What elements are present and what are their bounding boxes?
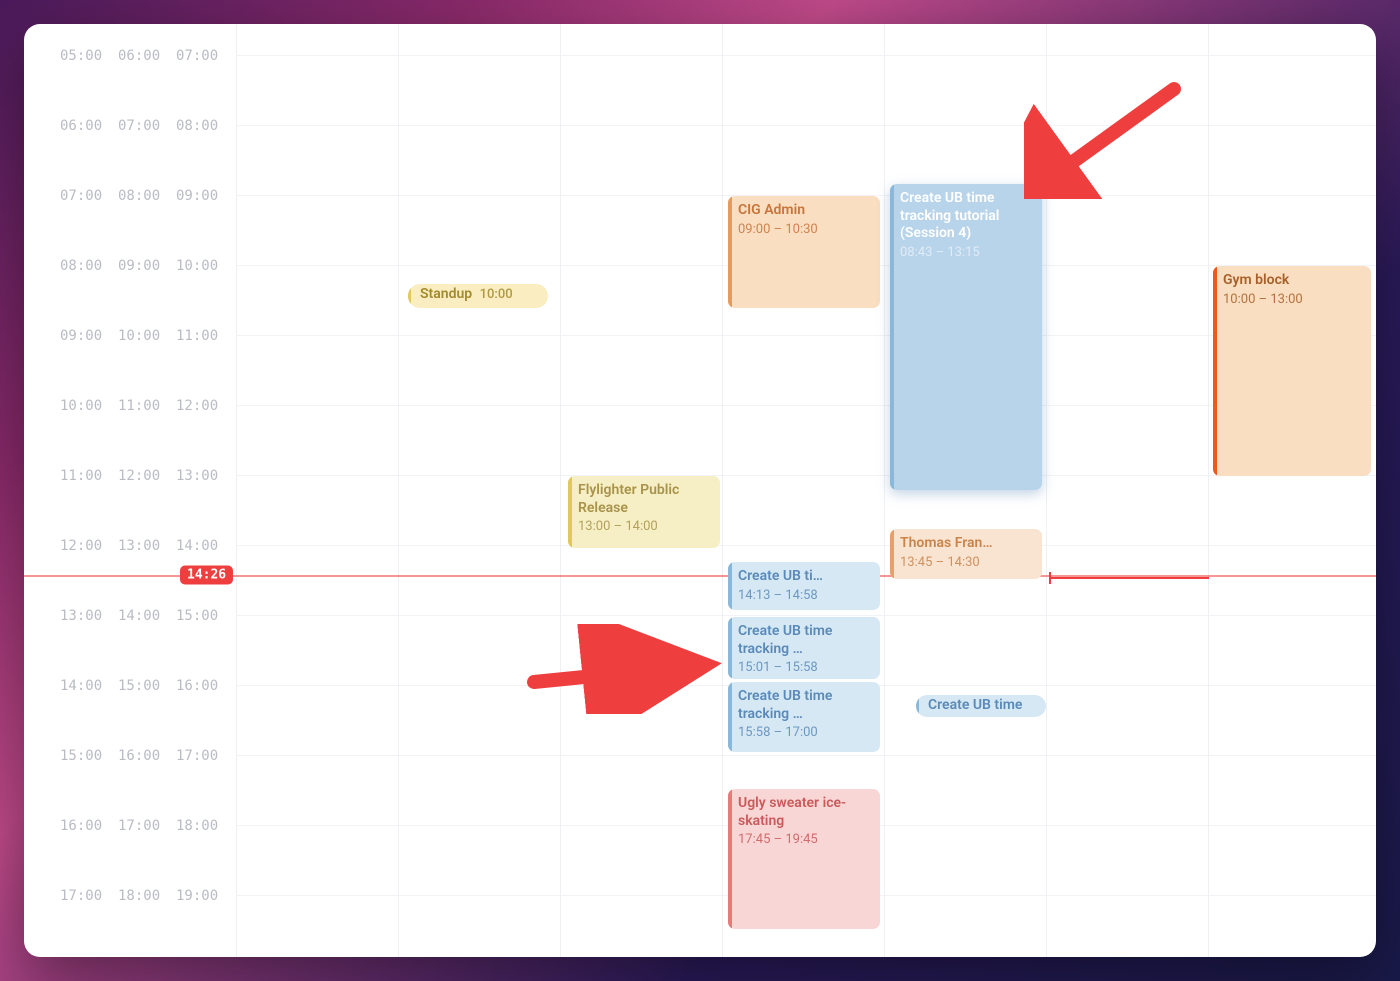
grid-day-line (1208, 24, 1209, 957)
event-title: Thomas Fran… (900, 535, 1034, 553)
time-row: 06:0007:0008:00 (24, 118, 236, 134)
event-time: 10:00 (480, 287, 513, 302)
event-time: 08:43 – 13:15 (900, 245, 1034, 261)
event-title: Standup (420, 286, 472, 302)
time-row: 07:0008:0009:00 (24, 188, 236, 204)
event-title: Create UB time tracking … (738, 623, 872, 658)
event-flylighter[interactable]: Flylighter Public Release 13:00 – 14:00 (568, 476, 720, 548)
event-time: 15:01 – 15:58 (738, 660, 872, 676)
event-title: Create UB ti… (738, 568, 872, 586)
event-time: 15:58 – 17:00 (738, 725, 872, 741)
time-row: 12:0013:0014:00 (24, 538, 236, 554)
time-row: 08:0009:0010:00 (24, 258, 236, 274)
event-ub1[interactable]: Create UB ti… 14:13 – 14:58 (728, 562, 880, 610)
time-row: 10:0011:0012:00 (24, 398, 236, 414)
event-title: Create UB time (928, 697, 1036, 715)
event-gym-block[interactable]: Gym block 10:00 – 13:00 (1213, 266, 1371, 476)
event-time: 17:45 – 19:45 (738, 832, 872, 848)
time-row: 15:0016:0017:00 (24, 748, 236, 764)
event-ub-big-session4[interactable]: Create UB time tracking tutorial (Sessio… (890, 184, 1042, 490)
time-gutter: 05:0006:0007:00 06:0007:0008:00 07:0008:… (24, 24, 236, 957)
grid-day-line (722, 24, 723, 957)
calendar-grid[interactable]: 05:0006:0007:00 06:0007:0008:00 07:0008:… (24, 24, 1376, 957)
time-row: 13:0014:0015:00 (24, 608, 236, 624)
calendar-window: 05:0006:0007:00 06:0007:0008:00 07:0008:… (24, 24, 1376, 957)
time-row: 16:0017:0018:00 (24, 818, 236, 834)
event-title: Ugly sweater ice-skating (738, 795, 872, 830)
event-title: Flylighter Public Release (578, 482, 712, 517)
time-row: 14:0015:0016:00 (24, 678, 236, 694)
event-time: 09:00 – 10:30 (738, 222, 872, 238)
event-cig-admin[interactable]: CIG Admin 09:00 – 10:30 (728, 196, 880, 308)
time-row: 17:0018:0019:00 (24, 888, 236, 904)
time-row: 09:0010:0011:00 (24, 328, 236, 344)
event-title: Create UB time tracking tutorial (Sessio… (900, 190, 1034, 243)
event-thomas-frank[interactable]: Thomas Fran… 13:45 – 14:30 (890, 529, 1042, 579)
grid-day-line (398, 24, 399, 957)
now-time-badge: 14:26 (180, 566, 233, 585)
annotation-arrow-1 (1024, 79, 1184, 199)
annotation-arrow-2 (524, 624, 724, 714)
event-ub3[interactable]: Create UB time tracking … 15:58 – 17:00 (728, 682, 880, 752)
event-title: CIG Admin (738, 202, 872, 220)
event-ugly-sweater[interactable]: Ugly sweater ice-skating 17:45 – 19:45 (728, 789, 880, 929)
event-time: 13:00 – 14:00 (578, 519, 712, 535)
event-standup[interactable]: Standup 10:00 (408, 284, 548, 308)
event-time: 14:13 – 14:58 (738, 588, 872, 604)
grid-day-line (560, 24, 561, 957)
time-row: 11:0012:0013:00 (24, 468, 236, 484)
event-title: Gym block (1223, 272, 1363, 290)
event-ub2[interactable]: Create UB time tracking … 15:01 – 15:58 (728, 617, 880, 679)
event-time: 13:45 – 14:30 (900, 555, 1034, 571)
event-time: 10:00 – 13:00 (1223, 292, 1363, 308)
grid-day-line (236, 24, 237, 957)
grid-day-line (884, 24, 885, 957)
busy-indicator (1049, 577, 1209, 579)
event-ub-pill[interactable]: Create UB time (916, 695, 1046, 717)
event-title: Create UB time tracking … (738, 688, 872, 723)
time-row: 05:0006:0007:00 (24, 48, 236, 64)
